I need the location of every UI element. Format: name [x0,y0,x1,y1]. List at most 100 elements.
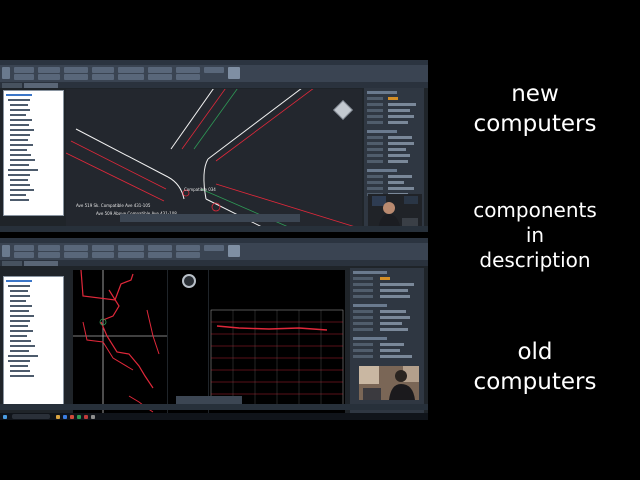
ribbon-tool[interactable] [118,252,144,258]
prop-value[interactable] [380,295,410,298]
ribbon-tool[interactable] [14,245,34,251]
taskbar-app[interactable] [56,415,60,419]
taskbar-app[interactable] [77,415,81,419]
command-line[interactable] [120,214,300,222]
ribbon-tool[interactable] [118,74,144,80]
ribbon-tool[interactable] [92,252,114,258]
ribbon-tool[interactable] [148,67,172,73]
search-icon[interactable] [12,414,50,419]
tree-item[interactable] [10,139,28,141]
tree-item[interactable] [10,365,28,367]
ribbon-tool[interactable] [38,67,60,73]
tree-item[interactable] [10,164,29,166]
tree-item[interactable] [10,159,35,161]
tree-item[interactable] [10,109,30,111]
profile-viewport[interactable] [209,270,345,414]
tree-item[interactable] [10,300,26,302]
taskbar-app[interactable] [63,415,67,419]
prop-value[interactable] [388,154,410,157]
ribbon-large-tool[interactable] [228,245,240,257]
prop-value[interactable] [388,142,414,145]
tree-item[interactable] [10,345,35,347]
tree-item[interactable] [10,290,28,292]
tree-item[interactable] [10,119,32,121]
ribbon-tool[interactable] [64,74,88,80]
prop-value[interactable] [380,316,410,319]
tree-item[interactable] [10,199,29,201]
tree-item[interactable] [10,350,29,352]
prop-value[interactable] [380,310,406,313]
tree-item[interactable] [10,330,33,332]
ribbon-tool[interactable] [176,67,200,73]
ribbon-tool[interactable] [64,67,88,73]
ribbon-tool[interactable] [14,74,34,80]
tab-start[interactable] [2,83,22,88]
tree-item[interactable] [10,340,31,342]
ribbon-tool[interactable] [148,74,172,80]
ribbon-tool[interactable] [64,245,88,251]
ribbon-tool[interactable] [38,252,60,258]
app-menu-button[interactable] [2,245,10,257]
tree-item[interactable] [10,124,29,126]
ribbon-tool[interactable] [176,74,200,80]
ribbon-tool[interactable] [148,245,172,251]
tree-item[interactable] [10,114,26,116]
ribbon-tool[interactable] [176,245,200,251]
nav-wheel-icon[interactable] [182,274,196,288]
ribbon-tool[interactable] [14,67,34,73]
command-line[interactable] [176,396,242,404]
tree-item[interactable] [10,179,28,181]
tree-item[interactable] [10,154,31,156]
tree-item[interactable] [10,189,34,191]
prop-value[interactable] [380,355,412,358]
ribbon-tool[interactable] [14,252,34,258]
tree-item[interactable] [10,305,32,307]
prop-value[interactable] [388,160,408,163]
tab-drawing[interactable] [24,261,58,266]
ribbon-tool[interactable] [118,67,144,73]
prop-value[interactable] [388,97,398,100]
prop-value[interactable] [388,181,404,184]
prop-value[interactable] [388,115,414,118]
windows-start-icon[interactable] [3,415,7,419]
ribbon-tool[interactable] [64,252,88,258]
prop-value[interactable] [388,109,410,112]
prop-value[interactable] [380,277,390,280]
ribbon-tool[interactable] [92,74,114,80]
ribbon-large-tool[interactable] [228,67,240,79]
tree-item[interactable] [10,134,30,136]
tree-item[interactable] [10,295,30,297]
tree-item[interactable] [8,174,30,176]
ribbon-tool[interactable] [204,245,224,251]
tree-item[interactable] [10,194,26,196]
taskbar-app[interactable] [84,415,88,419]
taskbar-app[interactable] [91,415,95,419]
tree-item[interactable] [10,144,33,146]
ribbon-tool[interactable] [148,252,172,258]
prop-value[interactable] [388,103,416,106]
prop-value[interactable] [388,187,414,190]
prop-value[interactable] [380,289,408,292]
tree-item[interactable] [10,335,27,337]
tree-item[interactable] [8,360,30,362]
prop-value[interactable] [388,148,406,151]
prop-value[interactable] [388,136,412,139]
tree-item[interactable] [8,355,38,357]
drawing-viewport[interactable]: Ave 509 Above Compatible Ave 431-108 Ave… [66,89,362,227]
tree-item[interactable] [10,184,30,186]
tree-item[interactable] [8,99,30,101]
tree-item[interactable] [10,104,28,106]
tree-item[interactable] [10,325,28,327]
ribbon-tool[interactable] [176,252,200,258]
prop-value[interactable] [380,328,408,331]
tree-item[interactable] [10,310,29,312]
prop-value[interactable] [388,121,408,124]
ribbon-toolbar[interactable] [0,243,428,260]
tree-item[interactable] [10,315,34,317]
prop-value[interactable] [380,283,414,286]
tab-drawing[interactable] [24,83,58,88]
ribbon-tool[interactable] [92,245,114,251]
tab-start[interactable] [2,261,22,266]
prop-value[interactable] [380,343,404,346]
tree-item[interactable] [10,149,27,151]
